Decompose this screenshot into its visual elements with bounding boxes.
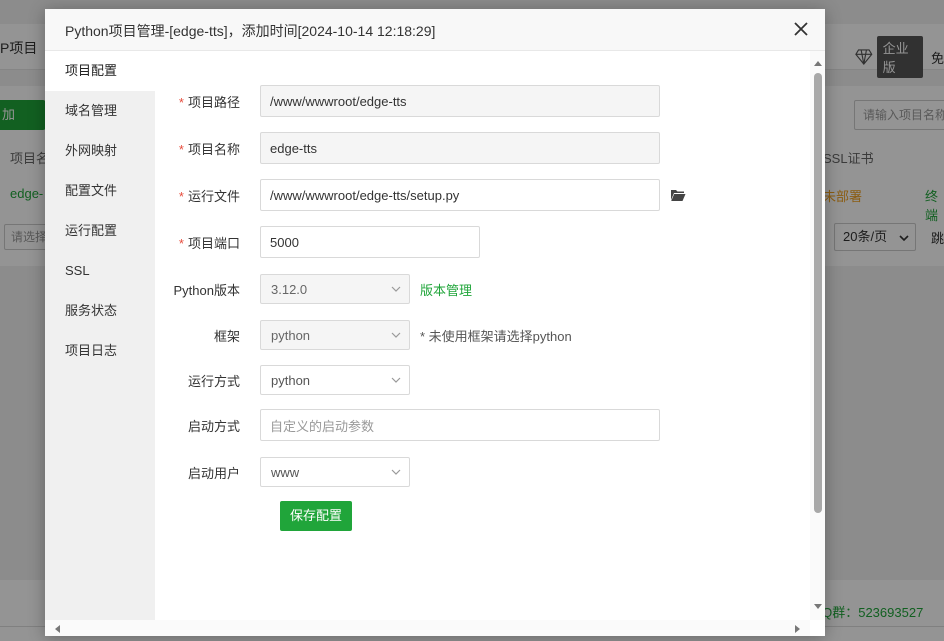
scroll-down-icon[interactable] bbox=[813, 603, 823, 611]
scroll-right-icon[interactable] bbox=[794, 624, 802, 634]
sidebar-item-run-config[interactable]: 运行配置 bbox=[45, 211, 155, 251]
sidebar-item-project-log[interactable]: 项目日志 bbox=[45, 331, 155, 371]
required-mark: * bbox=[178, 94, 184, 110]
start-user-label: 启动用户 bbox=[187, 465, 240, 481]
form-row-run-mode: 运行方式 python bbox=[155, 364, 410, 396]
run-file-label: * 运行文件 bbox=[155, 186, 260, 205]
vertical-scroll-thumb[interactable] bbox=[814, 73, 822, 513]
horizontal-scrollbar[interactable] bbox=[45, 620, 810, 636]
path-label-text: 项目路径 bbox=[187, 94, 240, 110]
form-row-name: * 项目名称 edge-tts bbox=[155, 132, 660, 164]
sidebar-item-external-mapping[interactable]: 外网映射 bbox=[45, 131, 155, 171]
chevron-down-icon bbox=[391, 377, 401, 383]
scroll-up-icon[interactable] bbox=[813, 59, 823, 67]
python-version-select[interactable]: 3.12.0 bbox=[260, 274, 410, 304]
run-mode-select[interactable]: python bbox=[260, 365, 410, 395]
form-row-run-file: * 运行文件 /www/wwwroot/edge-tts/setup.py bbox=[155, 179, 686, 211]
name-label: * 项目名称 bbox=[155, 139, 260, 158]
run-file-label-text: 运行文件 bbox=[187, 188, 240, 204]
modal-body: 项目配置 域名管理 外网映射 配置文件 运行配置 SSL 服务状态 项目日志 *… bbox=[45, 51, 825, 620]
form-row-start-user: 启动用户 www bbox=[155, 456, 410, 488]
start-mode-label: 启动方式 bbox=[187, 418, 240, 434]
name-input[interactable]: edge-tts bbox=[260, 132, 660, 164]
close-icon[interactable] bbox=[793, 21, 809, 37]
framework-label: 框架 bbox=[213, 328, 240, 344]
vertical-scrollbar[interactable] bbox=[810, 51, 825, 620]
form-row-start-mode: 启动方式 自定义的启动参数 bbox=[155, 409, 660, 441]
form-row-python-version: Python版本 3.12.0 版本管理 bbox=[155, 273, 472, 305]
chevron-down-icon bbox=[391, 332, 401, 338]
form-row-path: * 项目路径 /www/wwwroot/edge-tts bbox=[155, 85, 660, 117]
name-label-text: 项目名称 bbox=[187, 141, 240, 157]
start-user-select[interactable]: www bbox=[260, 457, 410, 487]
form-row-port: * 项目端口 5000 bbox=[155, 226, 480, 258]
path-input[interactable]: /www/wwwroot/edge-tts bbox=[260, 85, 660, 117]
framework-hint: * 未使用框架请选择python bbox=[420, 328, 572, 344]
sidebar-item-domain[interactable]: 域名管理 bbox=[45, 91, 155, 131]
run-file-input[interactable]: /www/wwwroot/edge-tts/setup.py bbox=[260, 179, 660, 211]
version-manage-link[interactable]: 版本管理 bbox=[420, 280, 472, 299]
run-mode-label: 运行方式 bbox=[187, 373, 240, 389]
modal-sidebar: 项目配置 域名管理 外网映射 配置文件 运行配置 SSL 服务状态 项目日志 bbox=[45, 51, 155, 620]
python-version-value: 3.12.0 bbox=[271, 281, 308, 297]
framework-select[interactable]: python bbox=[260, 320, 410, 350]
port-input[interactable]: 5000 bbox=[260, 226, 480, 258]
chevron-down-icon bbox=[391, 469, 401, 475]
folder-open-icon[interactable] bbox=[670, 188, 686, 202]
port-label: * 项目端口 bbox=[155, 233, 260, 252]
start-mode-input[interactable]: 自定义的启动参数 bbox=[260, 409, 660, 441]
chevron-down-icon bbox=[391, 286, 401, 292]
modal-title: Python项目管理-[edge-tts]，添加时间[2024-10-14 12… bbox=[65, 23, 436, 39]
project-modal: Python项目管理-[edge-tts]，添加时间[2024-10-14 12… bbox=[45, 9, 825, 636]
modal-header: Python项目管理-[edge-tts]，添加时间[2024-10-14 12… bbox=[45, 9, 825, 51]
required-mark: * bbox=[178, 141, 184, 157]
port-label-text: 项目端口 bbox=[187, 235, 240, 251]
sidebar-item-ssl[interactable]: SSL bbox=[45, 251, 155, 291]
python-version-label: Python版本 bbox=[173, 282, 240, 298]
sidebar-item-project-config[interactable]: 项目配置 bbox=[45, 51, 155, 91]
sidebar-item-config-file[interactable]: 配置文件 bbox=[45, 171, 155, 211]
form-row-framework: 框架 python * 未使用框架请选择python bbox=[155, 319, 572, 351]
required-mark: * bbox=[178, 235, 184, 251]
framework-value: python bbox=[271, 327, 311, 343]
save-config-button[interactable]: 保存配置 bbox=[280, 501, 353, 531]
project-config-form: * 项目路径 /www/wwwroot/edge-tts * 项目名称 edge-t… bbox=[155, 51, 810, 620]
start-user-value: www bbox=[271, 464, 300, 480]
sidebar-item-service-status[interactable]: 服务状态 bbox=[45, 291, 155, 331]
scroll-left-icon[interactable] bbox=[53, 624, 61, 634]
run-mode-value: python bbox=[271, 372, 311, 388]
path-label: * 项目路径 bbox=[155, 92, 260, 111]
required-mark: * bbox=[178, 188, 184, 204]
